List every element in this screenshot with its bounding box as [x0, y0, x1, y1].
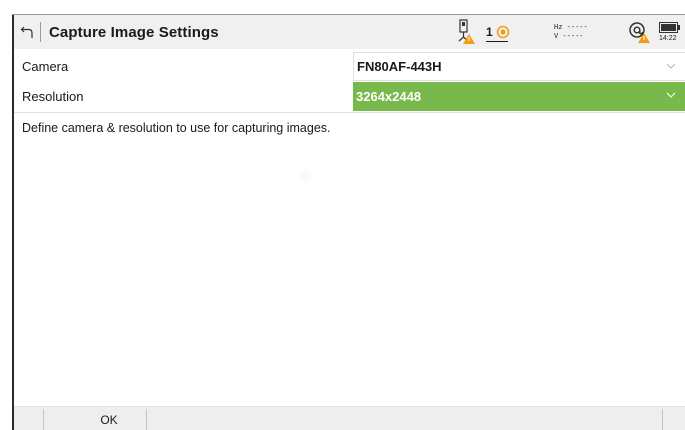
angle-readout[interactable]: Hz ----- V ----- — [554, 15, 614, 49]
softkey-separator — [146, 409, 147, 430]
camera-value: FN80AF-443H — [357, 59, 442, 74]
prism-status[interactable]: 1 — [484, 15, 534, 49]
prism-underline — [486, 41, 508, 42]
softkey-separator — [662, 409, 663, 430]
resolution-setting-row: Resolution 3264x2448 — [14, 82, 685, 111]
clock-time: 14:22 — [659, 35, 677, 42]
description-text: Define camera & resolution to use for ca… — [22, 121, 331, 135]
softkey-separator — [43, 409, 44, 430]
prism-icon — [496, 25, 509, 39]
resolution-dropdown[interactable]: 3264x2448 — [353, 82, 685, 111]
chevron-down-icon — [666, 92, 676, 98]
instrument-status[interactable] — [452, 15, 478, 49]
softkey-bar: OK — [14, 406, 685, 430]
title-bar: Capture Image Settings 1 Hz ----- V ----… — [14, 15, 685, 49]
page-title: Capture Image Settings — [49, 23, 219, 41]
divider — [14, 112, 685, 113]
battery-icon — [659, 22, 680, 33]
resolution-label: Resolution — [22, 89, 84, 104]
v-angle: V ----- — [554, 32, 584, 40]
prism-number: 1 — [486, 25, 493, 39]
connection-warning-icon — [629, 22, 650, 43]
background-dot — [299, 170, 311, 182]
app-window: Capture Image Settings 1 Hz ----- V ----… — [0, 0, 685, 430]
battery-status[interactable]: 14:22 — [659, 15, 685, 49]
connection-status[interactable] — [624, 15, 654, 49]
camera-dropdown[interactable]: FN80AF-443H — [353, 52, 685, 81]
camera-setting-row: Camera FN80AF-443H — [14, 52, 685, 81]
back-arrow-icon — [20, 26, 33, 38]
resolution-value: 3264x2448 — [356, 89, 422, 104]
hz-angle: Hz ----- — [554, 23, 588, 31]
ok-button[interactable]: OK — [58, 408, 160, 430]
title-separator — [40, 22, 41, 42]
back-button[interactable] — [14, 15, 40, 49]
camera-label: Camera — [22, 59, 69, 74]
chevron-down-icon — [666, 63, 676, 69]
total-station-warning-icon — [458, 19, 475, 44]
